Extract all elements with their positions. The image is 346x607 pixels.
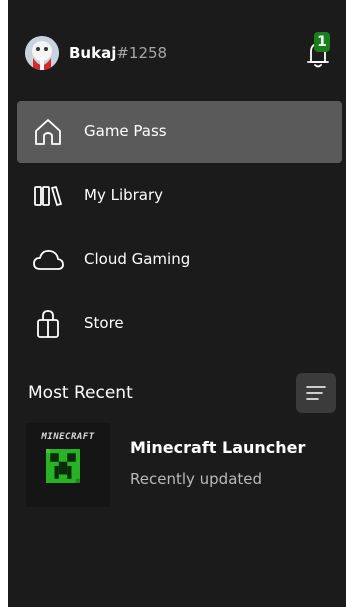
cloud-icon: [33, 249, 64, 270]
nav-item-game-pass[interactable]: Game Pass: [17, 101, 342, 163]
creeper-face-icon: [46, 449, 80, 483]
nav-label-game-pass: Game Pass: [84, 122, 167, 140]
notifications-button[interactable]: 1: [301, 32, 335, 69]
user-profile[interactable]: Bukaj#1258 1: [8, 30, 346, 78]
nav-label-cloud-gaming: Cloud Gaming: [84, 250, 191, 268]
library-icon: [34, 186, 62, 206]
creeper-face-graphic: [46, 449, 80, 483]
avatar-image-icon: [25, 36, 59, 70]
username-name: Bukaj: [69, 44, 117, 62]
store-bag-icon: [37, 310, 59, 338]
most-recent-heading: Most Recent: [28, 383, 133, 403]
username-tag: #1258: [116, 44, 168, 62]
nav-item-store[interactable]: Store: [17, 293, 342, 355]
nav-label-store: Store: [84, 314, 124, 332]
game-title: Minecraft Launcher: [130, 438, 306, 457]
game-status: Recently updated: [130, 470, 263, 488]
game-thumbnail: MINECRAFT: [26, 423, 110, 507]
sort-lines-icon: [306, 386, 326, 400]
sort-button[interactable]: [296, 373, 336, 413]
recent-game-item[interactable]: MINECRAFT Minecraft Launcher Recently up…: [26, 423, 336, 507]
nav-item-cloud-gaming[interactable]: Cloud Gaming: [17, 229, 342, 291]
notification-count-badge: 1: [314, 32, 330, 52]
username: Bukaj#1258: [69, 44, 167, 62]
minecraft-logo-text: MINECRAFT: [41, 432, 95, 442]
nav-label-my-library: My Library: [84, 186, 164, 204]
sidebar-panel: Bukaj#1258 1 Game Pass My Library Cloud: [8, 0, 346, 607]
nav-item-my-library[interactable]: My Library: [17, 165, 342, 227]
avatar[interactable]: [25, 36, 59, 70]
home-icon: [35, 119, 61, 145]
